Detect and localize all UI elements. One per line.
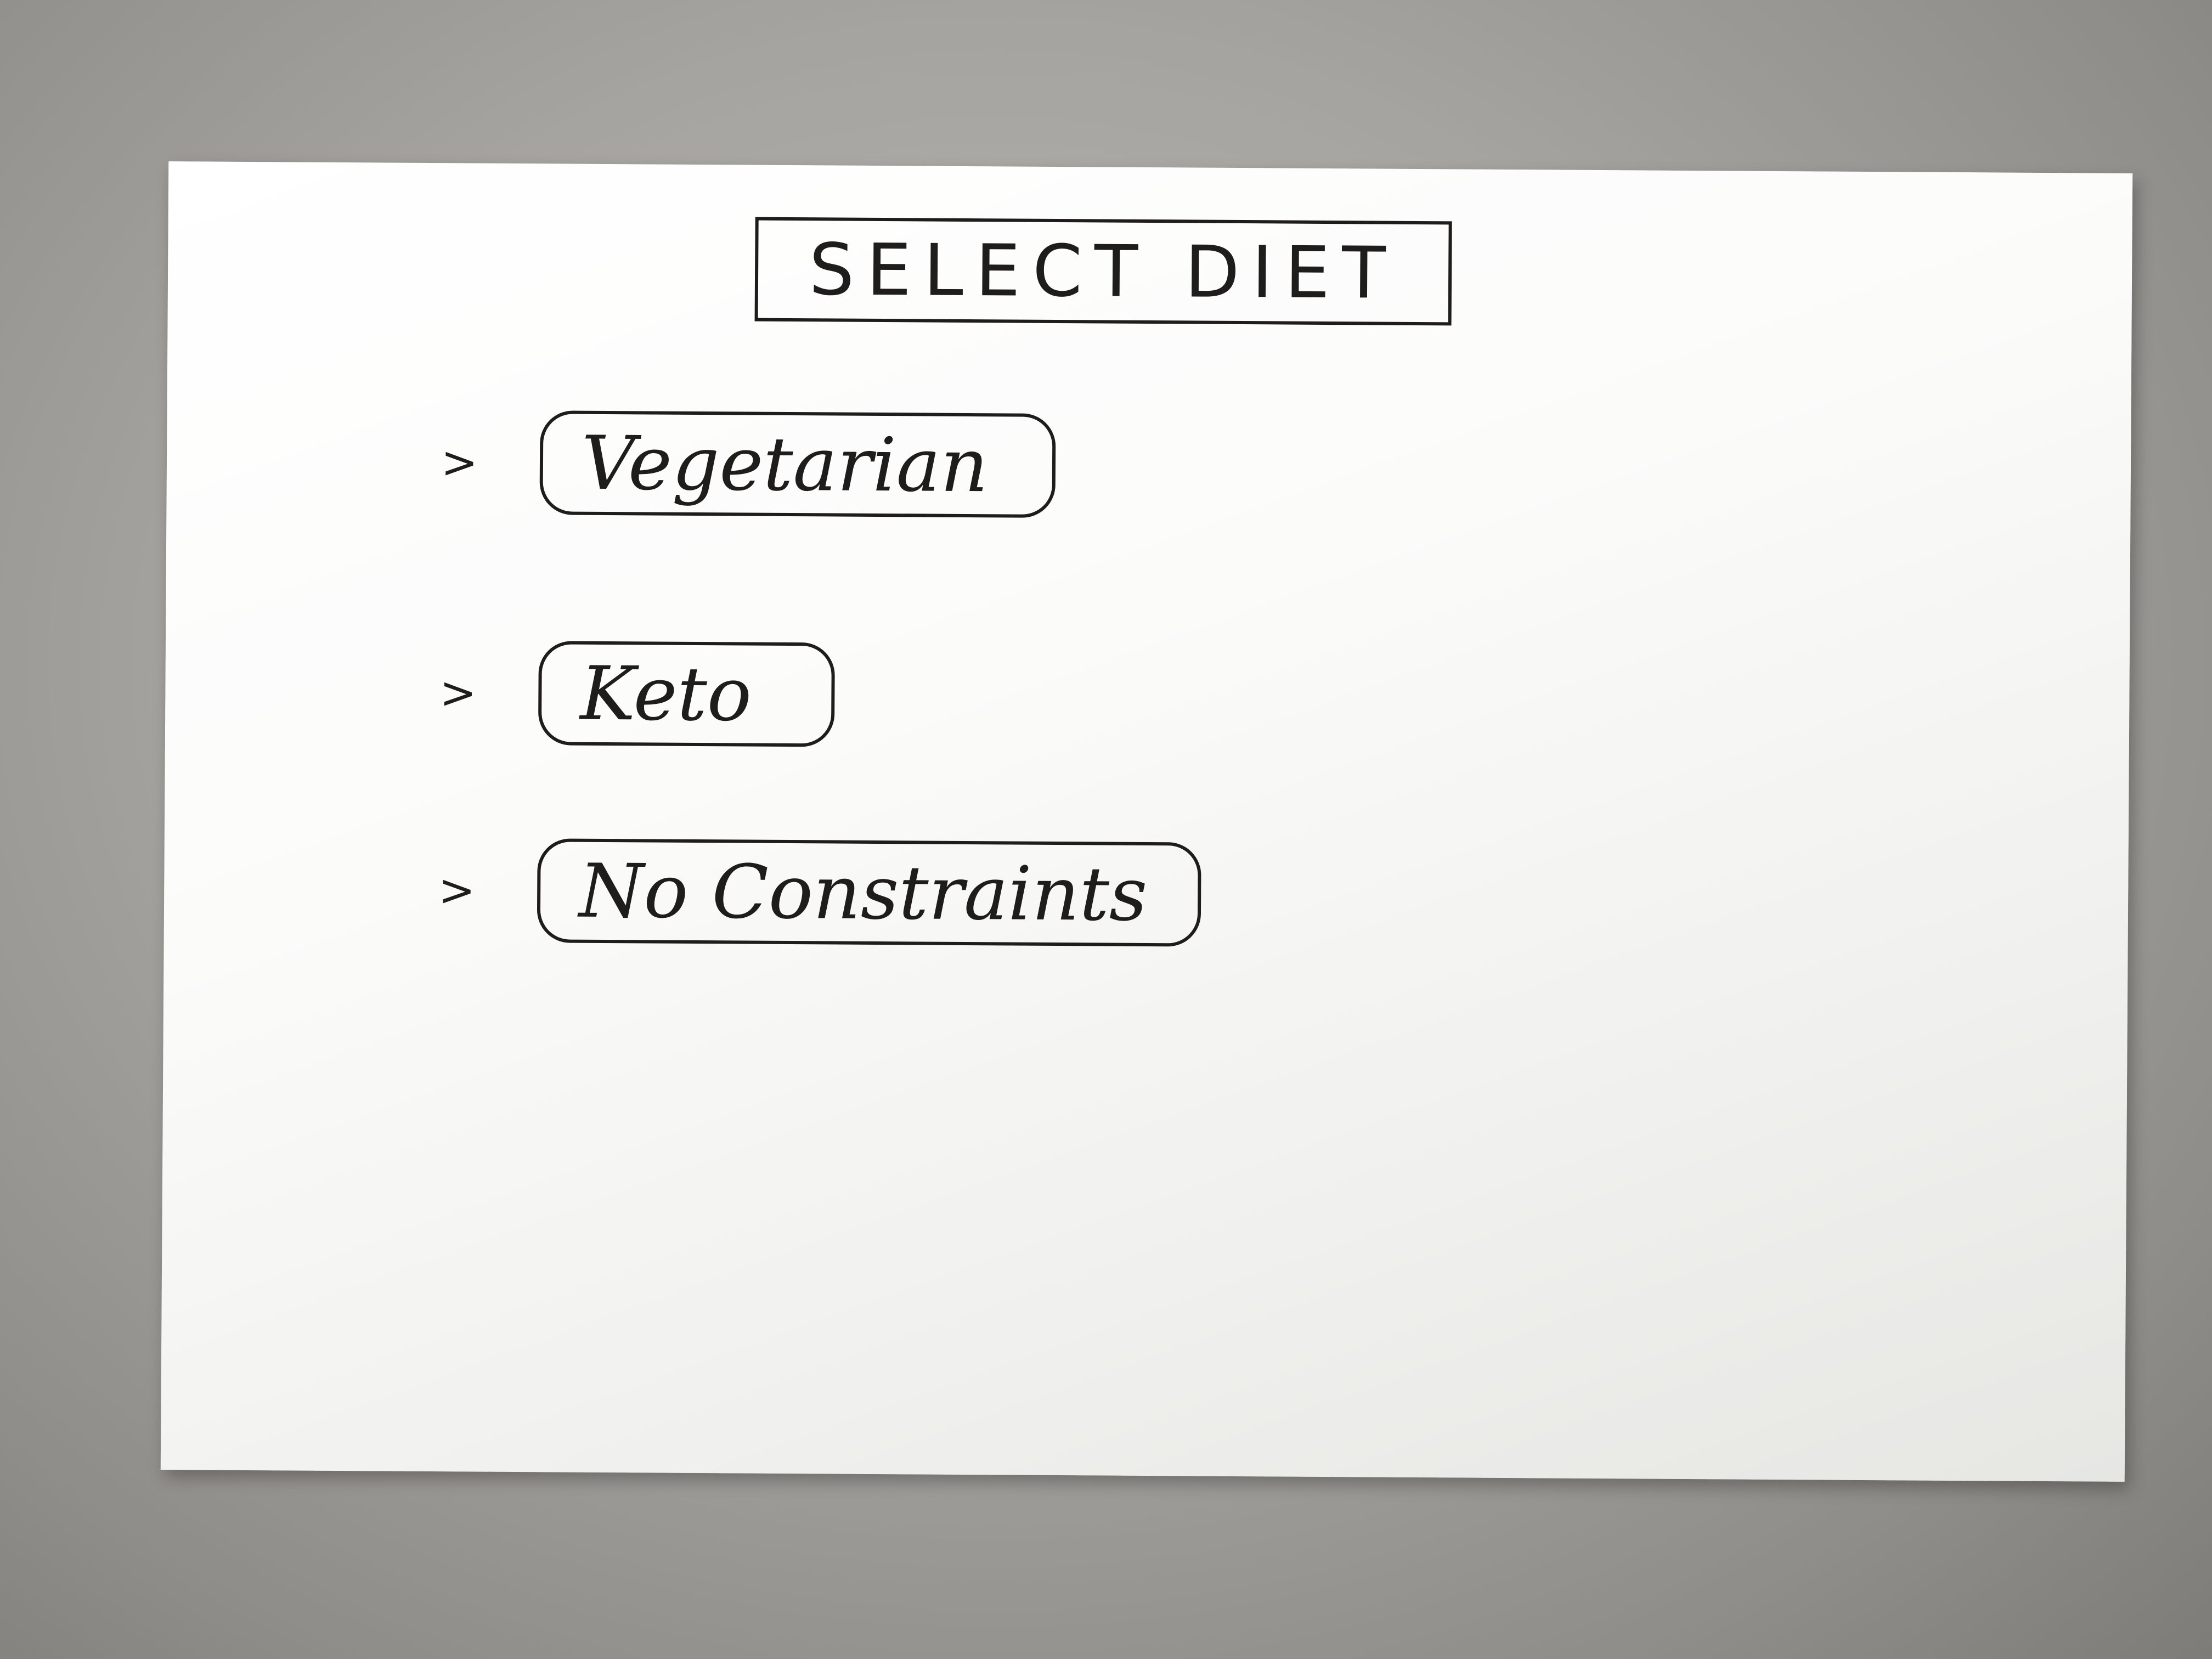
no-constraints-button[interactable]: No Constraints [537,838,1201,947]
diet-option-row-no-constraints: > No Constraints [438,838,1201,947]
keto-button[interactable]: Keto [538,641,835,747]
diet-option-row-vegetarian: > Vegetarian [441,410,1056,518]
page-title: SELECT DIET [809,228,1398,315]
page-title-box: SELECT DIET [754,217,1452,326]
vegetarian-label: Vegetarian [581,420,989,509]
diet-option-row-keto: > Keto [439,640,835,747]
keto-label: Keto [579,650,752,738]
chevron-right-icon: > [439,667,477,719]
chevron-right-icon: > [438,864,476,916]
vegetarian-button[interactable]: Vegetarian [539,410,1056,518]
no-constraints-label: No Constraints [578,848,1148,938]
chevron-right-icon: > [441,436,478,488]
paper-card: SELECT DIET > Vegetarian > Keto > No Con… [160,161,2133,1482]
